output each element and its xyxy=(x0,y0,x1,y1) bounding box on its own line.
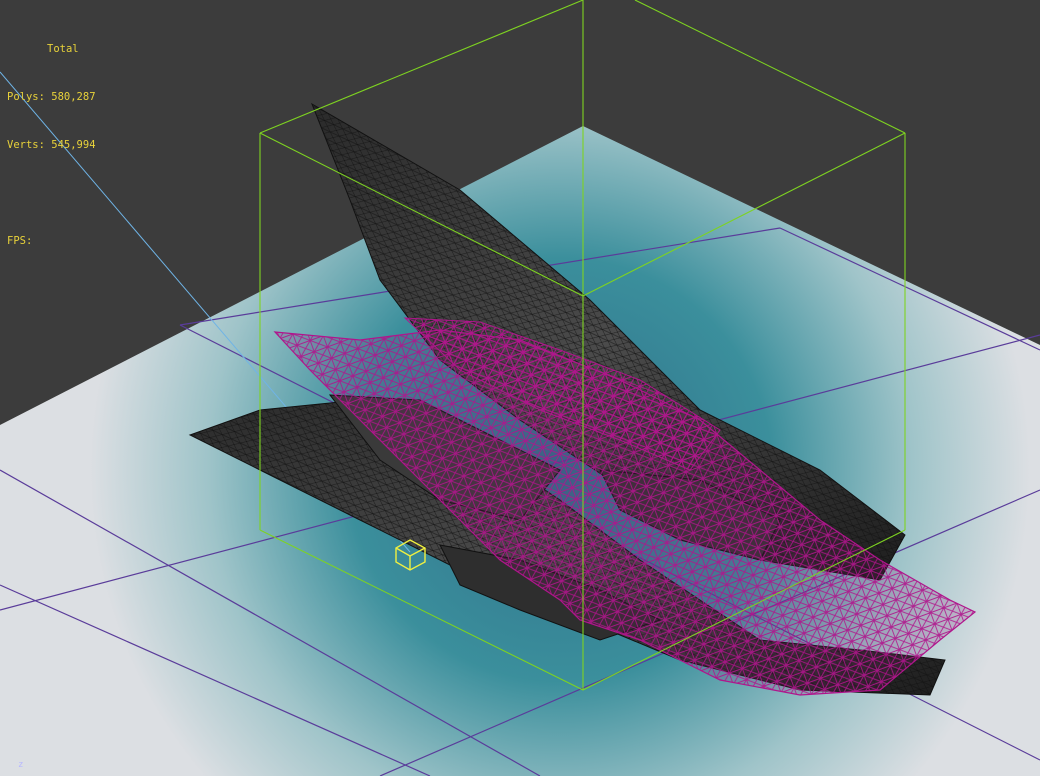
axis-indicator-label: z xyxy=(18,760,24,770)
verts-value: 545,994 xyxy=(51,139,96,151)
3d-viewport[interactable]: Total Polys: 580,287 Verts: 545,994 FPS:… xyxy=(0,0,1040,776)
scene-canvas[interactable] xyxy=(0,0,1040,776)
viewport-stats: Total Polys: 580,287 Verts: 545,994 FPS: xyxy=(7,9,96,281)
fps-label: FPS: xyxy=(7,235,33,247)
polys-label: Polys: xyxy=(7,91,45,103)
polys-value: 580,287 xyxy=(51,91,96,103)
stats-total-label: Total xyxy=(47,43,79,55)
verts-label: Verts: xyxy=(7,139,45,151)
